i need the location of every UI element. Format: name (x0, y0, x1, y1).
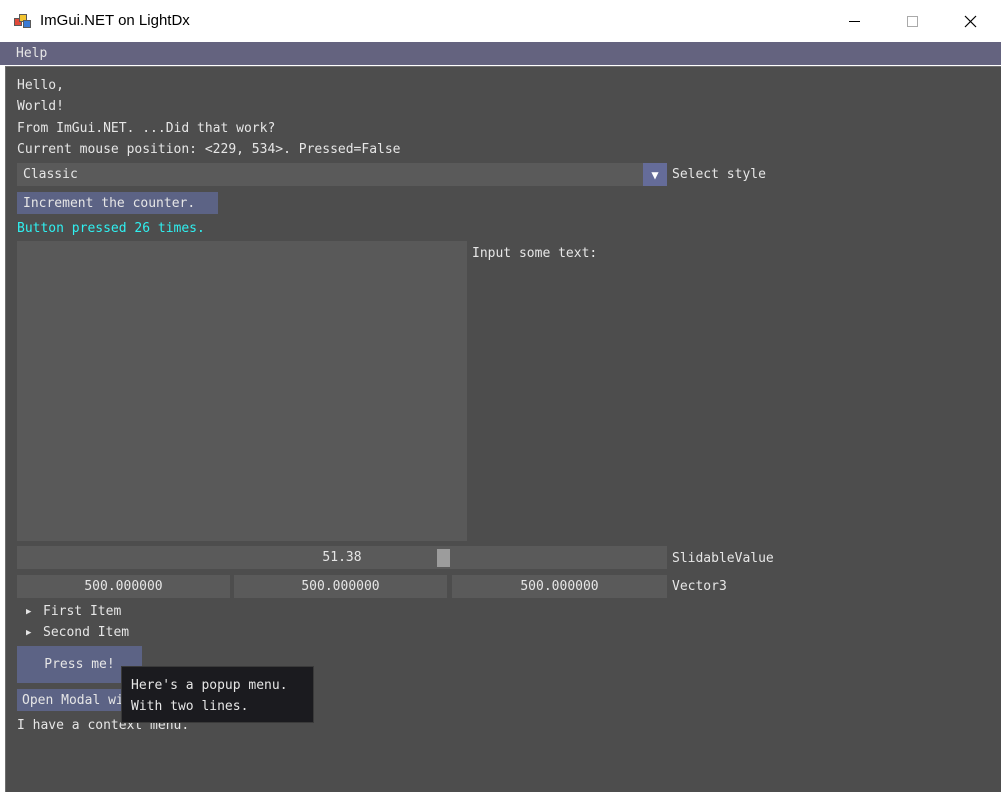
title-bar: ImGui.NET on LightDx (0, 0, 1001, 42)
close-button[interactable] (941, 0, 999, 42)
maximize-button[interactable] (883, 0, 941, 42)
menu-item-help[interactable]: Help (16, 46, 47, 61)
menu-bar: Help (0, 42, 1001, 65)
from-text: From ImGui.NET. ...Did that work? (17, 121, 276, 136)
style-combo-value: Classic (23, 167, 78, 182)
chevron-down-icon: ▼ (651, 167, 659, 182)
mouse-position-text: Current mouse position: <229, 534>. Pres… (17, 142, 401, 157)
world-text: World! (17, 99, 64, 114)
increment-counter-button[interactable]: Increment the counter. (17, 192, 218, 214)
combo-arrow-button[interactable]: ▼ (643, 163, 667, 186)
popup-line-1: Here's a popup menu. (131, 678, 288, 693)
app-icon (14, 12, 32, 30)
minimize-button[interactable] (825, 0, 883, 42)
slidable-value-slider[interactable]: 51.38 (17, 546, 667, 569)
open-modal-button[interactable]: Open Modal window (17, 689, 129, 711)
vector3-z-field[interactable]: 500.000000 (452, 575, 667, 598)
input-text-label: Input some text: (472, 246, 598, 261)
close-icon (964, 15, 976, 27)
select-style-label: Select style (672, 167, 766, 182)
triangle-right-icon: ▶ (26, 606, 32, 617)
window-title: ImGui.NET on LightDx (40, 12, 190, 29)
vector3-label: Vector3 (672, 579, 727, 594)
tree-node-label: First Item (43, 604, 122, 619)
style-combo[interactable]: Classic ▼ (17, 163, 667, 186)
tree-node-second-item[interactable]: ▶ Second Item (26, 625, 129, 640)
slider-value: 51.38 (322, 550, 362, 565)
vector3-x-field[interactable]: 500.000000 (17, 575, 230, 598)
maximize-icon (906, 15, 918, 27)
slidable-value-label: SlidableValue (672, 551, 774, 566)
triangle-right-icon: ▶ (26, 627, 32, 638)
hello-text: Hello, (17, 78, 64, 93)
popup-line-2: With two lines. (131, 699, 249, 714)
tree-node-label: Second Item (43, 625, 130, 640)
tree-node-first-item[interactable]: ▶ First Item (26, 604, 121, 619)
counter-text: Button pressed 26 times. (17, 221, 205, 236)
minimize-icon (848, 20, 860, 22)
vector3-y-field[interactable]: 500.000000 (234, 575, 447, 598)
text-input-area[interactable] (17, 241, 467, 541)
slider-grab-handle[interactable] (437, 549, 450, 567)
popup-menu: Here's a popup menu. With two lines. (121, 666, 314, 723)
